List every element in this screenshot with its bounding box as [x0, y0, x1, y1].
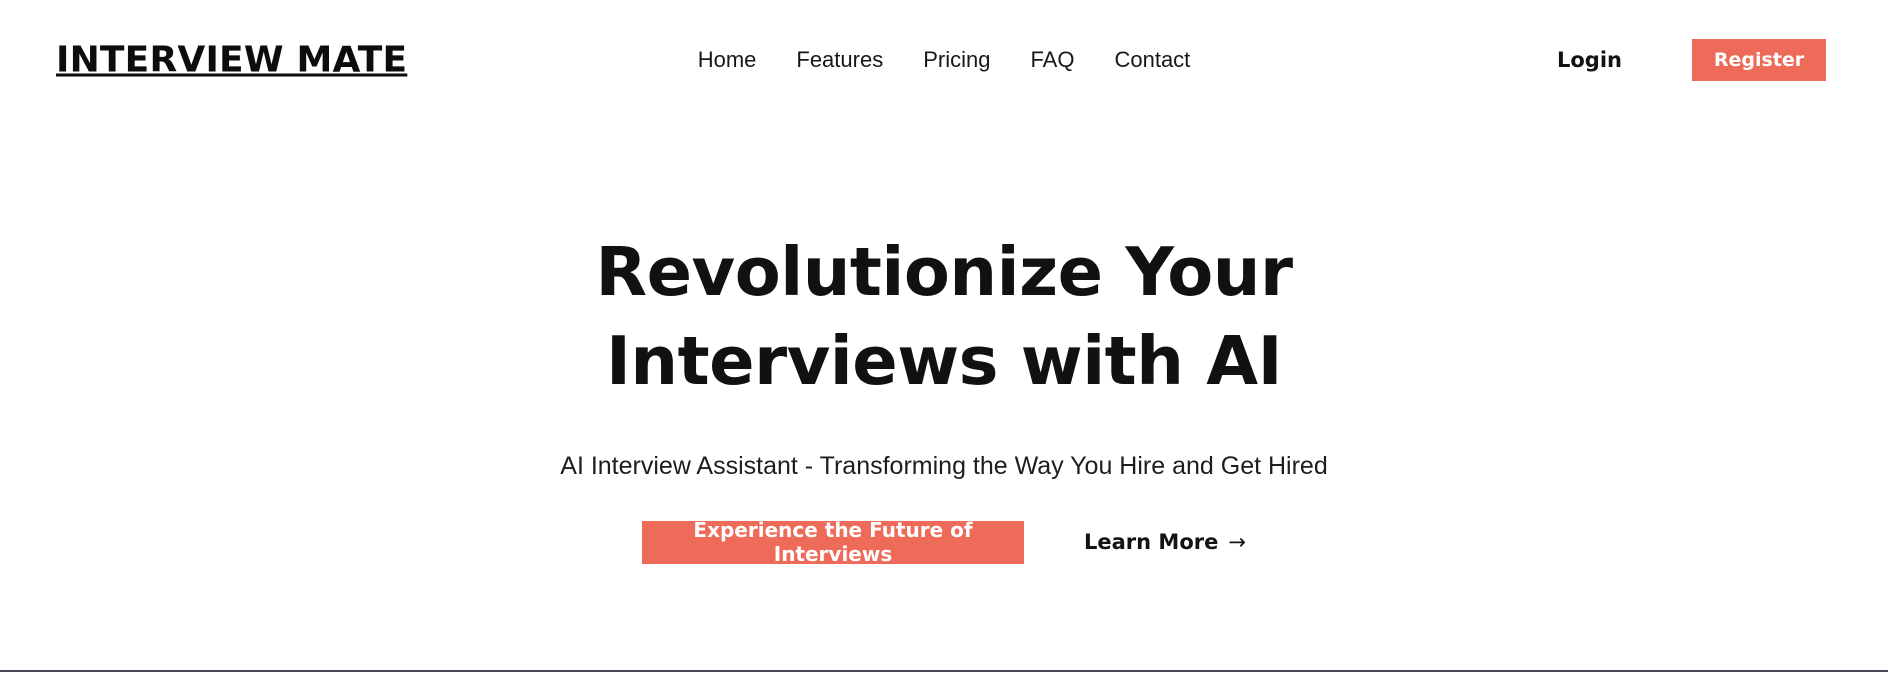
nav-item-pricing[interactable]: Pricing — [923, 49, 990, 71]
login-link[interactable]: Login — [1557, 49, 1622, 71]
nav-item-features[interactable]: Features — [796, 49, 883, 71]
header-actions: Login Register — [1557, 39, 1826, 81]
hero-title: Revolutionize Your Interviews with AI — [595, 233, 1294, 401]
arrow-right-icon: → — [1228, 529, 1246, 554]
hero-section: Revolutionize Your Interviews with AI AI… — [0, 120, 1888, 670]
nav-item-faq[interactable]: FAQ — [1030, 49, 1074, 71]
learn-more-link[interactable]: Learn More → — [1084, 530, 1246, 554]
register-button[interactable]: Register — [1692, 39, 1826, 81]
section-divider — [0, 670, 1888, 672]
learn-more-label: Learn More — [1084, 530, 1219, 555]
hero-subtitle: AI Interview Assistant - Transforming th… — [560, 452, 1328, 481]
landing-page: INTERVIEW MATE Home Features Pricing FAQ… — [0, 0, 1888, 677]
hero-actions: Experience the Future of Interviews Lear… — [642, 518, 1246, 566]
site-header: INTERVIEW MATE Home Features Pricing FAQ… — [0, 0, 1888, 120]
nav-item-home[interactable]: Home — [698, 49, 757, 71]
nav-item-contact[interactable]: Contact — [1114, 49, 1190, 71]
brand-logo[interactable]: INTERVIEW MATE — [56, 40, 407, 81]
experience-future-button[interactable]: Experience the Future of Interviews — [642, 518, 1025, 566]
main-nav: Home Features Pricing FAQ Contact — [698, 49, 1191, 71]
